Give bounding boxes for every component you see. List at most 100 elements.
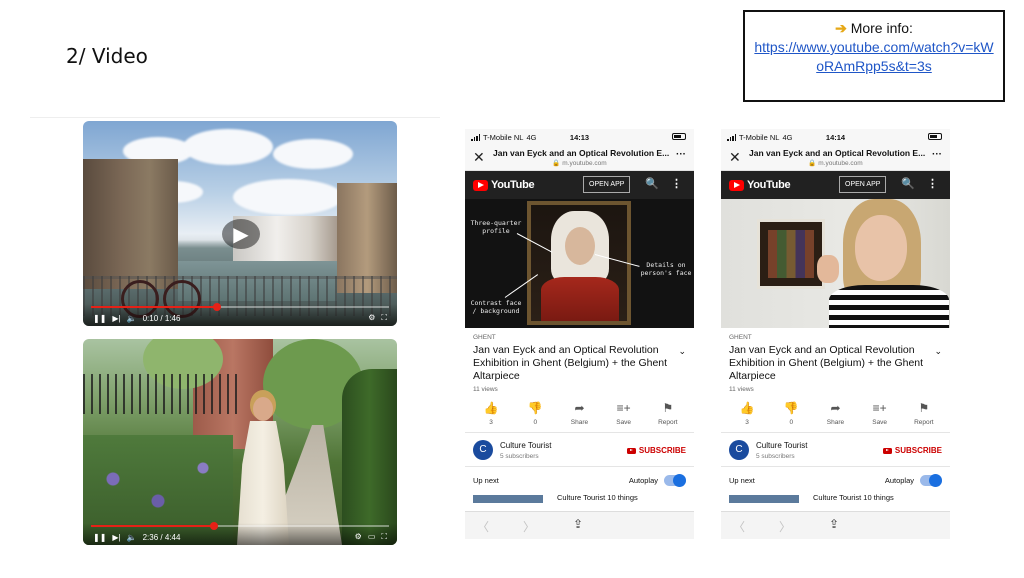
youtube-logo[interactable]: YouTube	[729, 179, 791, 191]
channel-name[interactable]: Culture Tourist	[756, 441, 807, 450]
video-player[interactable]: Three-quarter profile Details on person'…	[465, 199, 694, 328]
video-controls: ❚❚ ▶| 🔈 2:36 / 4:44 ⚙ ▭ ⛶	[83, 522, 397, 545]
video-player[interactable]	[721, 199, 950, 328]
browser-bar: ✕ Jan van Eyck and an Optical Revolution…	[721, 145, 950, 171]
menu-icon[interactable]: ⋮	[927, 177, 938, 190]
thumbs-up-icon: 👍	[739, 401, 755, 415]
like-button[interactable]: 👍 3	[471, 401, 511, 426]
like-button[interactable]: 👍 3	[727, 401, 767, 426]
youtube-header: YouTube OPEN APP 🔍 ⋮	[465, 171, 694, 199]
next-icon[interactable]: ▶|	[112, 314, 120, 323]
clock: 14:14	[825, 132, 846, 142]
save-button[interactable]: ≡+ Save	[860, 401, 900, 426]
video-tag[interactable]: GHENT	[729, 334, 942, 341]
youtube-logo[interactable]: YouTube	[473, 179, 535, 191]
chevron-down-icon[interactable]: ⌄	[678, 346, 686, 357]
forward-icon[interactable]: 〉	[523, 518, 535, 535]
back-icon[interactable]: 〈	[477, 518, 489, 535]
network: 4G	[526, 132, 537, 142]
battery-icon	[928, 133, 942, 140]
subscriber-count: 5 subscribers	[500, 453, 539, 460]
share-button[interactable]: ➦ Share	[559, 401, 599, 426]
miniplayer-icon[interactable]: ▭	[368, 532, 376, 542]
status-bar: T-Mobile NL 4G 14:13	[465, 129, 694, 145]
divider	[30, 117, 440, 118]
search-icon[interactable]: 🔍	[901, 177, 915, 190]
video-meta: GHENT Jan van Eyck and an Optical Revolu…	[465, 328, 694, 393]
report-button[interactable]: ⚑ Report	[904, 401, 944, 426]
volume-icon[interactable]: 🔈	[127, 533, 137, 542]
next-title: Culture Tourist 10 things	[813, 493, 894, 502]
youtube-icon	[882, 447, 892, 454]
video-player-garden[interactable]: ❚❚ ▶| 🔈 2:36 / 4:44 ⚙ ▭ ⛶	[83, 339, 397, 545]
domain: 🔒 m.youtube.com	[552, 160, 607, 167]
next-icon[interactable]: ▶|	[112, 533, 120, 542]
menu-icon[interactable]: ⋮	[671, 177, 682, 190]
video-tag[interactable]: GHENT	[473, 334, 686, 341]
save-button[interactable]: ≡+ Save	[604, 401, 644, 426]
save-icon: ≡+	[616, 401, 631, 415]
pause-icon[interactable]: ❚❚	[93, 314, 106, 323]
thumbs-down-icon: 👎	[527, 401, 543, 415]
up-next-row: Up next Autoplay	[721, 467, 950, 493]
settings-icon[interactable]: ⚙	[355, 532, 362, 542]
dislike-button[interactable]: 👎 0	[515, 401, 555, 426]
next-video[interactable]: Culture Tourist 10 things	[465, 493, 694, 503]
subscribe-button[interactable]: SUBSCRIBE	[626, 446, 686, 455]
subscriber-count: 5 subscribers	[756, 453, 795, 460]
more-icon[interactable]: ···	[932, 149, 942, 160]
forward-icon[interactable]: 〉	[779, 518, 791, 535]
autoplay-label: Autoplay	[628, 476, 658, 485]
share-icon[interactable]: ⇪	[829, 517, 839, 531]
avatar[interactable]: C	[473, 440, 493, 460]
report-button[interactable]: ⚑ Report	[648, 401, 688, 426]
open-app-button[interactable]: OPEN APP	[583, 176, 631, 193]
youtube-link[interactable]: https://www.youtube.com/watch?v=kWoRAmRp…	[745, 38, 1003, 76]
more-icon[interactable]: ···	[676, 149, 686, 160]
phone-screenshot-2: T-Mobile NL 4G 14:14 ✕ Jan van Eyck and …	[721, 129, 950, 539]
play-icon[interactable]: ▶	[222, 219, 260, 249]
pause-icon[interactable]: ❚❚	[93, 533, 106, 542]
autoplay-toggle[interactable]	[664, 474, 686, 487]
next-title: Culture Tourist 10 things	[557, 493, 638, 502]
fullscreen-icon[interactable]: ⛶	[381, 532, 387, 542]
autoplay-label: Autoplay	[884, 476, 914, 485]
video-player-ghent[interactable]: ▶ ❚❚ ▶| 🔈 0:10 / 1:46 ⚙ ⛶	[83, 121, 397, 326]
status-bar: T-Mobile NL 4G 14:14	[721, 129, 950, 145]
chevron-down-icon[interactable]: ⌄	[934, 346, 942, 357]
share-icon[interactable]: ⇪	[573, 517, 583, 531]
video-title: Jan van Eyck and an Optical Revolution E…	[729, 344, 924, 382]
fullscreen-icon[interactable]: ⛶	[381, 313, 387, 323]
flag-icon: ⚑	[918, 401, 930, 415]
next-video[interactable]: Culture Tourist 10 things	[721, 493, 950, 503]
action-row: 👍 3 👎 0 ➦ Share ≡+ Save ⚑ Report	[465, 393, 694, 433]
search-icon[interactable]: 🔍	[645, 177, 659, 190]
carrier: T-Mobile NL	[739, 132, 780, 142]
progress-bar[interactable]	[91, 303, 389, 311]
settings-icon[interactable]: ⚙	[368, 313, 375, 323]
share-button[interactable]: ➦ Share	[815, 401, 855, 426]
share-icon: ➦	[574, 401, 585, 415]
up-next-label: Up next	[729, 476, 755, 485]
progress-bar[interactable]	[91, 522, 389, 530]
subscribe-button[interactable]: SUBSCRIBE	[882, 446, 942, 455]
slide-title: 2/ Video	[66, 44, 148, 68]
presenter-face	[855, 215, 907, 281]
youtube-icon	[626, 447, 636, 454]
thumbs-down-icon: 👎	[783, 401, 799, 415]
more-info-box: ➔ More info: https://www.youtube.com/wat…	[743, 10, 1005, 102]
avatar[interactable]: C	[729, 440, 749, 460]
back-icon[interactable]: 〈	[733, 518, 745, 535]
next-thumbnail	[473, 495, 543, 503]
phone-screenshot-1: T-Mobile NL 4G 14:13 ✕ Jan van Eyck and …	[465, 129, 694, 539]
autoplay-toggle[interactable]	[920, 474, 942, 487]
page-title: Jan van Eyck and an Optical Revolution E…	[493, 148, 670, 158]
channel-name[interactable]: Culture Tourist	[500, 441, 551, 450]
more-info-label: More info:	[850, 20, 913, 36]
channel-row: C Culture Tourist 5 subscribers SUBSCRIB…	[465, 433, 694, 467]
dislike-button[interactable]: 👎 0	[771, 401, 811, 426]
open-app-button[interactable]: OPEN APP	[839, 176, 887, 193]
slide: 2/ Video ➔ More info: https://www.youtub…	[0, 0, 1024, 578]
volume-icon[interactable]: 🔈	[127, 314, 137, 323]
signal-icon	[471, 133, 480, 141]
